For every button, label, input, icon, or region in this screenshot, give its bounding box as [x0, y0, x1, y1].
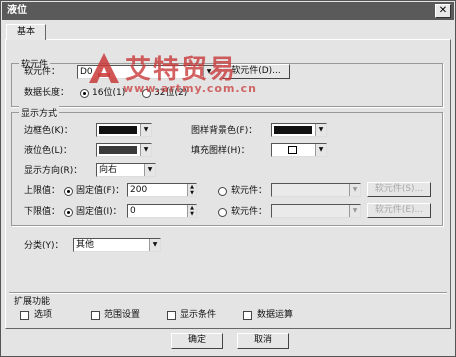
category-label: 分类(Y)：: [24, 241, 64, 251]
lower-fixed-value: 0: [130, 206, 136, 216]
upper-device-label: 软元件：: [231, 186, 268, 196]
fill-pattern-swatch: [288, 146, 297, 154]
category-value: 其他: [76, 240, 95, 250]
cancel-button[interactable]: 取消: [237, 333, 289, 349]
liquid-color-swatch: [99, 146, 137, 154]
length-32bit-label: 32位(2): [154, 88, 188, 98]
length-16bit-radio[interactable]: [80, 89, 89, 98]
pattern-bg-color-label: 图样背景色(F)：: [191, 126, 258, 136]
tab-basic[interactable]: 基本: [6, 24, 46, 40]
title-bar: 液位 ✕: [2, 2, 454, 20]
length-16bit-label: 16位(1): [92, 88, 126, 98]
option-label: 选项: [34, 310, 53, 320]
lower-fixed-radio[interactable]: [64, 208, 73, 217]
display-condition-checkbox[interactable]: [167, 311, 176, 320]
fill-pattern-label: 填充图样(H)：: [191, 146, 250, 156]
range-setting-checkbox[interactable]: [91, 311, 100, 320]
lower-device-label: 软元件：: [231, 207, 268, 217]
liquid-color-label: 液位色(L)：: [24, 146, 73, 156]
category-select[interactable]: 其他 ▼: [73, 238, 161, 252]
chevron-down-icon[interactable]: ▼: [349, 205, 360, 217]
lower-device-radio[interactable]: [218, 208, 227, 217]
tab-basic-label: 基本: [16, 27, 35, 37]
upper-fixed-radio[interactable]: [64, 187, 73, 196]
chevron-down-icon[interactable]: ▼: [140, 124, 151, 136]
range-setting-label: 范围设置: [104, 310, 141, 320]
upper-fixed-value: 200: [130, 185, 148, 195]
data-length-label: 数据长度：: [24, 88, 70, 98]
liquid-color-picker[interactable]: ▼: [96, 143, 152, 157]
display-direction-value: 向右: [99, 165, 118, 175]
lower-fixed-value-input[interactable]: 0 ▲ ▼: [127, 204, 197, 218]
lower-device-input[interactable]: ▼: [271, 204, 361, 218]
upper-fixed-label: 固定值(F)：: [76, 186, 125, 196]
display-direction-label: 显示方向(R)：: [24, 166, 83, 176]
frame-color-label: 边框色(K)：: [24, 126, 73, 136]
length-32bit-radio[interactable]: [142, 89, 151, 98]
upper-device-radio[interactable]: [218, 187, 227, 196]
chevron-down-icon[interactable]: ▼: [203, 66, 214, 78]
data-operation-checkbox[interactable]: [243, 311, 252, 320]
fill-pattern-picker[interactable]: ▼: [271, 143, 327, 157]
pattern-bg-color-picker[interactable]: ▼: [271, 123, 327, 137]
close-icon[interactable]: ✕: [435, 4, 451, 18]
window-title: 液位: [7, 5, 27, 16]
lower-device-button[interactable]: 软元件(E)...: [367, 203, 431, 218]
chevron-down-icon[interactable]: ▼: [349, 184, 360, 196]
chevron-down-icon[interactable]: ▼: [149, 239, 160, 251]
display-group-title: 显示方式: [19, 106, 60, 119]
spinner-arrows-icon[interactable]: ▲ ▼: [187, 205, 196, 217]
device-select-button[interactable]: 软元件(D)...: [222, 64, 290, 79]
chevron-down-icon[interactable]: ▼: [144, 164, 155, 176]
data-operation-label: 数据运算: [257, 310, 294, 320]
option-checkbox[interactable]: [20, 311, 29, 320]
upper-limit-label: 上限值：: [24, 186, 61, 196]
frame-color-picker[interactable]: ▼: [96, 123, 152, 137]
frame-color-swatch: [99, 126, 137, 134]
chevron-down-icon[interactable]: ▼: [140, 144, 151, 156]
pattern-bg-color-swatch: [274, 126, 312, 134]
upper-device-input[interactable]: ▼: [271, 183, 361, 197]
chevron-down-icon[interactable]: ▼: [315, 124, 326, 136]
extension-group-title: 扩展功能: [14, 297, 51, 307]
device-input-value: D0: [80, 67, 93, 77]
upper-fixed-value-input[interactable]: 200 ▲ ▼: [127, 183, 197, 197]
device-input[interactable]: D0 ▼: [77, 65, 215, 79]
lower-limit-label: 下限值：: [24, 207, 61, 217]
spinner-arrows-icon[interactable]: ▲ ▼: [187, 184, 196, 196]
divider: [9, 292, 447, 294]
upper-device-button[interactable]: 软元件(S)...: [367, 182, 431, 197]
liquid-level-dialog: 液位 ✕ 基本 软元件 软元件： D0 ▼ 软元件(D)... 数据长度： 16…: [0, 0, 456, 357]
chevron-down-icon[interactable]: ▼: [315, 144, 326, 156]
ok-button[interactable]: 确定: [171, 333, 223, 349]
lower-fixed-label: 固定值(I)：: [76, 207, 122, 217]
display-direction-select[interactable]: 向右 ▼: [96, 163, 156, 177]
display-condition-label: 显示条件: [180, 310, 217, 320]
device-label: 软元件：: [24, 67, 61, 77]
